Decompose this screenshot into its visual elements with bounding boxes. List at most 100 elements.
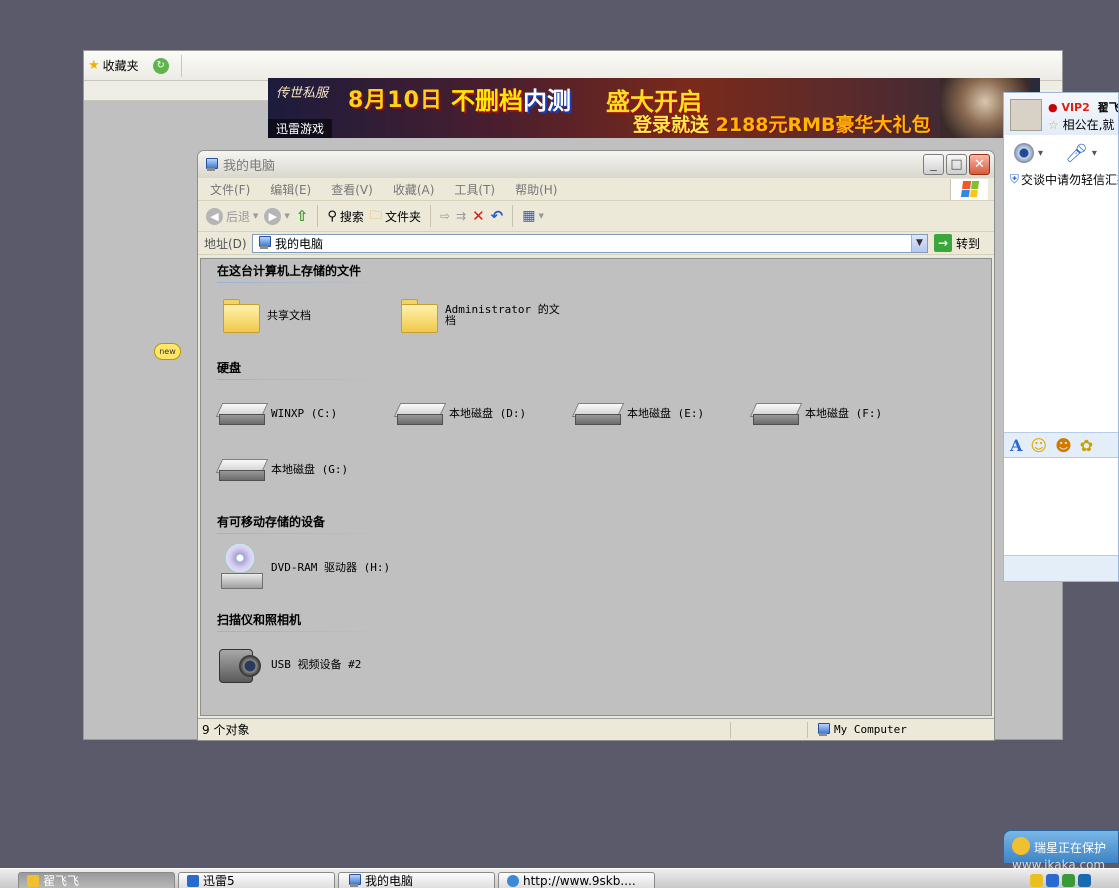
emoji-icon[interactable]: ☺ xyxy=(1030,436,1047,455)
menu-file[interactable]: 文件(F) xyxy=(200,181,260,198)
copy-to-button[interactable]: ⇉ xyxy=(456,209,466,223)
sticker-icon[interactable]: ✿ xyxy=(1080,436,1093,455)
task-label: http://www.9skb.... xyxy=(523,873,636,888)
taskbar: 翟飞飞 迅雷5 我的电脑 http://www.9skb.... xyxy=(0,868,1119,888)
favorites-bar: ★ 收藏夹 ↻ xyxy=(84,51,1062,81)
item-label: USB 视频设备 #2 xyxy=(271,657,362,671)
task-label: 迅雷5 xyxy=(203,874,235,888)
undo-button[interactable]: ↶ xyxy=(491,207,504,225)
status-panel xyxy=(731,721,808,738)
title-bar[interactable]: 我的电脑 _ □ ✕ xyxy=(198,151,994,178)
forward-button[interactable]: ▶ ▼ xyxy=(264,207,290,225)
minimize-button[interactable]: _ xyxy=(923,154,944,175)
dvd-drive-item[interactable]: DVD-RAM 驱动器 (H:) xyxy=(217,543,390,591)
video-call-button[interactable]: ▾ xyxy=(1014,143,1043,163)
favorites-label: 收藏夹 xyxy=(102,59,139,73)
window-title: 我的电脑 xyxy=(223,159,276,174)
ie-icon xyxy=(507,874,519,887)
move-to-button[interactable]: ⇨ xyxy=(440,209,450,223)
drive-g-item[interactable]: 本地磁盘 (G:) xyxy=(217,455,348,483)
go-button[interactable]: → 转到 xyxy=(934,234,980,252)
maximize-button[interactable]: □ xyxy=(946,154,967,175)
menu-bar: 文件(F) 编辑(E) 查看(V) 收藏(A) 工具(T) 帮助(H) xyxy=(198,178,994,201)
chevron-down-icon: ▾ xyxy=(1091,147,1097,159)
search-button[interactable]: ⚲ 搜索 xyxy=(327,208,364,225)
toolbar-separator xyxy=(512,205,514,227)
hard-drive-icon xyxy=(751,399,799,427)
windows-logo xyxy=(950,178,988,200)
item-label: 本地磁盘 (F:) xyxy=(805,406,883,420)
antivirus-tray-icon[interactable] xyxy=(1078,874,1091,887)
item-label: WINXP (C:) xyxy=(271,406,338,420)
qq-contact-line: ● VIP2 翟飞飞 xyxy=(1048,99,1118,115)
object-count: 9 个对象 xyxy=(198,721,731,738)
qq-footer xyxy=(1004,555,1118,581)
admin-documents-item[interactable]: Administrator 的文档 xyxy=(399,297,560,333)
drive-d-item[interactable]: 本地磁盘 (D:) xyxy=(395,399,526,427)
menu-edit[interactable]: 编辑(E) xyxy=(260,181,321,198)
views-icon: ▦ xyxy=(522,208,536,224)
favorites-button[interactable]: ★ 收藏夹 xyxy=(84,57,143,74)
close-button[interactable]: ✕ xyxy=(969,154,990,175)
magic-emoji-icon[interactable]: ☻ xyxy=(1055,436,1072,455)
views-button[interactable]: ▦ ▼ xyxy=(522,208,544,224)
drive-e-item[interactable]: 本地磁盘 (E:) xyxy=(573,399,704,427)
game-banner-ad[interactable]: 传世私服 8月10日 不删档内测 盛大开启 登录就送 2188元RMB豪华大礼包… xyxy=(268,78,1040,138)
xunlei-tray-icon[interactable] xyxy=(1046,874,1059,887)
webcam-icon xyxy=(1014,143,1034,163)
item-label: DVD-RAM 驱动器 (H:) xyxy=(271,560,391,574)
group-hard-disks: 硬盘 xyxy=(217,359,393,380)
address-label: 地址(D) xyxy=(204,236,247,251)
copy-to-icon: ⇉ xyxy=(456,209,467,223)
menu-favorites[interactable]: 收藏(A) xyxy=(383,181,445,198)
banner-headline: 不删档内测 xyxy=(451,81,571,116)
drive-f-item[interactable]: 本地磁盘 (F:) xyxy=(751,399,882,427)
address-dropdown-button[interactable]: ▼ xyxy=(911,234,927,252)
qq-chat-header: ● VIP2 翟飞飞 ☆ 相公在,就 xyxy=(1004,93,1118,135)
item-label: Administrator 的文档 xyxy=(445,303,560,327)
folders-button[interactable]: 🗀︎ 文件夹 xyxy=(370,206,421,227)
xunlei-icon xyxy=(187,874,199,887)
rising-lion-icon xyxy=(1012,837,1030,855)
item-label: 共享文档 xyxy=(267,308,311,322)
windows-flag-icon xyxy=(960,181,979,197)
shared-documents-item[interactable]: 共享文档 xyxy=(221,297,311,333)
menu-view[interactable]: 查看(V) xyxy=(321,181,383,198)
menu-tools[interactable]: 工具(T) xyxy=(444,181,505,198)
status-bar: 9 个对象 My Computer xyxy=(198,718,994,740)
hard-drive-icon xyxy=(217,399,265,427)
my-computer-icon xyxy=(257,236,271,250)
item-label: 本地磁盘 (D:) xyxy=(449,406,527,420)
delete-button[interactable]: ✕ xyxy=(472,207,485,225)
contact-name[interactable]: 翟飞飞 xyxy=(1098,101,1118,114)
chevron-down-icon: ▾ xyxy=(1038,147,1044,159)
task-my-computer[interactable]: 我的电脑 xyxy=(338,872,495,888)
menu-help[interactable]: 帮助(H) xyxy=(505,181,567,198)
avatar[interactable] xyxy=(1010,99,1042,131)
my-computer-icon xyxy=(816,722,830,737)
task-browser[interactable]: http://www.9skb.... xyxy=(498,872,655,888)
forward-arrow-icon: ▶ xyxy=(264,207,282,225)
address-input[interactable]: 我的电脑 ▼ xyxy=(252,233,928,253)
drive-c-item[interactable]: WINXP (C:) xyxy=(217,399,337,427)
address-bar: 地址(D) 我的电脑 ▼ → 转到 xyxy=(198,232,994,255)
group-scanners-cameras: 扫描仪和照相机 xyxy=(217,611,393,632)
star-icon: ★ xyxy=(88,58,100,73)
up-button[interactable]: ⇧ xyxy=(296,207,309,225)
location-label: My Computer xyxy=(834,723,907,736)
star-icon: ☆ xyxy=(1048,118,1059,132)
undo-icon: ↶ xyxy=(490,207,504,225)
voice-call-button[interactable]: 🎤︎ ▾ xyxy=(1065,143,1097,164)
new-badge[interactable]: new xyxy=(154,343,181,360)
back-button[interactable]: ◀ 后退 ▼ xyxy=(206,207,258,225)
task-qq-chat[interactable]: 翟飞飞 xyxy=(18,872,175,888)
add-favorite-icon[interactable]: ↻ xyxy=(152,57,169,74)
network-tray-icon[interactable] xyxy=(1062,874,1075,887)
font-icon[interactable]: A xyxy=(1010,436,1022,455)
usb-video-device-item[interactable]: USB 视频设备 #2 xyxy=(217,643,361,685)
banner-source-tag: 迅雷游戏 xyxy=(268,119,333,138)
qq-tray-icon[interactable] xyxy=(1030,874,1043,887)
qq-tools: ▾ 🎤︎ ▾ xyxy=(1004,135,1118,171)
task-xunlei[interactable]: 迅雷5 xyxy=(178,872,335,888)
banner-date: 8月10日 xyxy=(348,88,443,113)
